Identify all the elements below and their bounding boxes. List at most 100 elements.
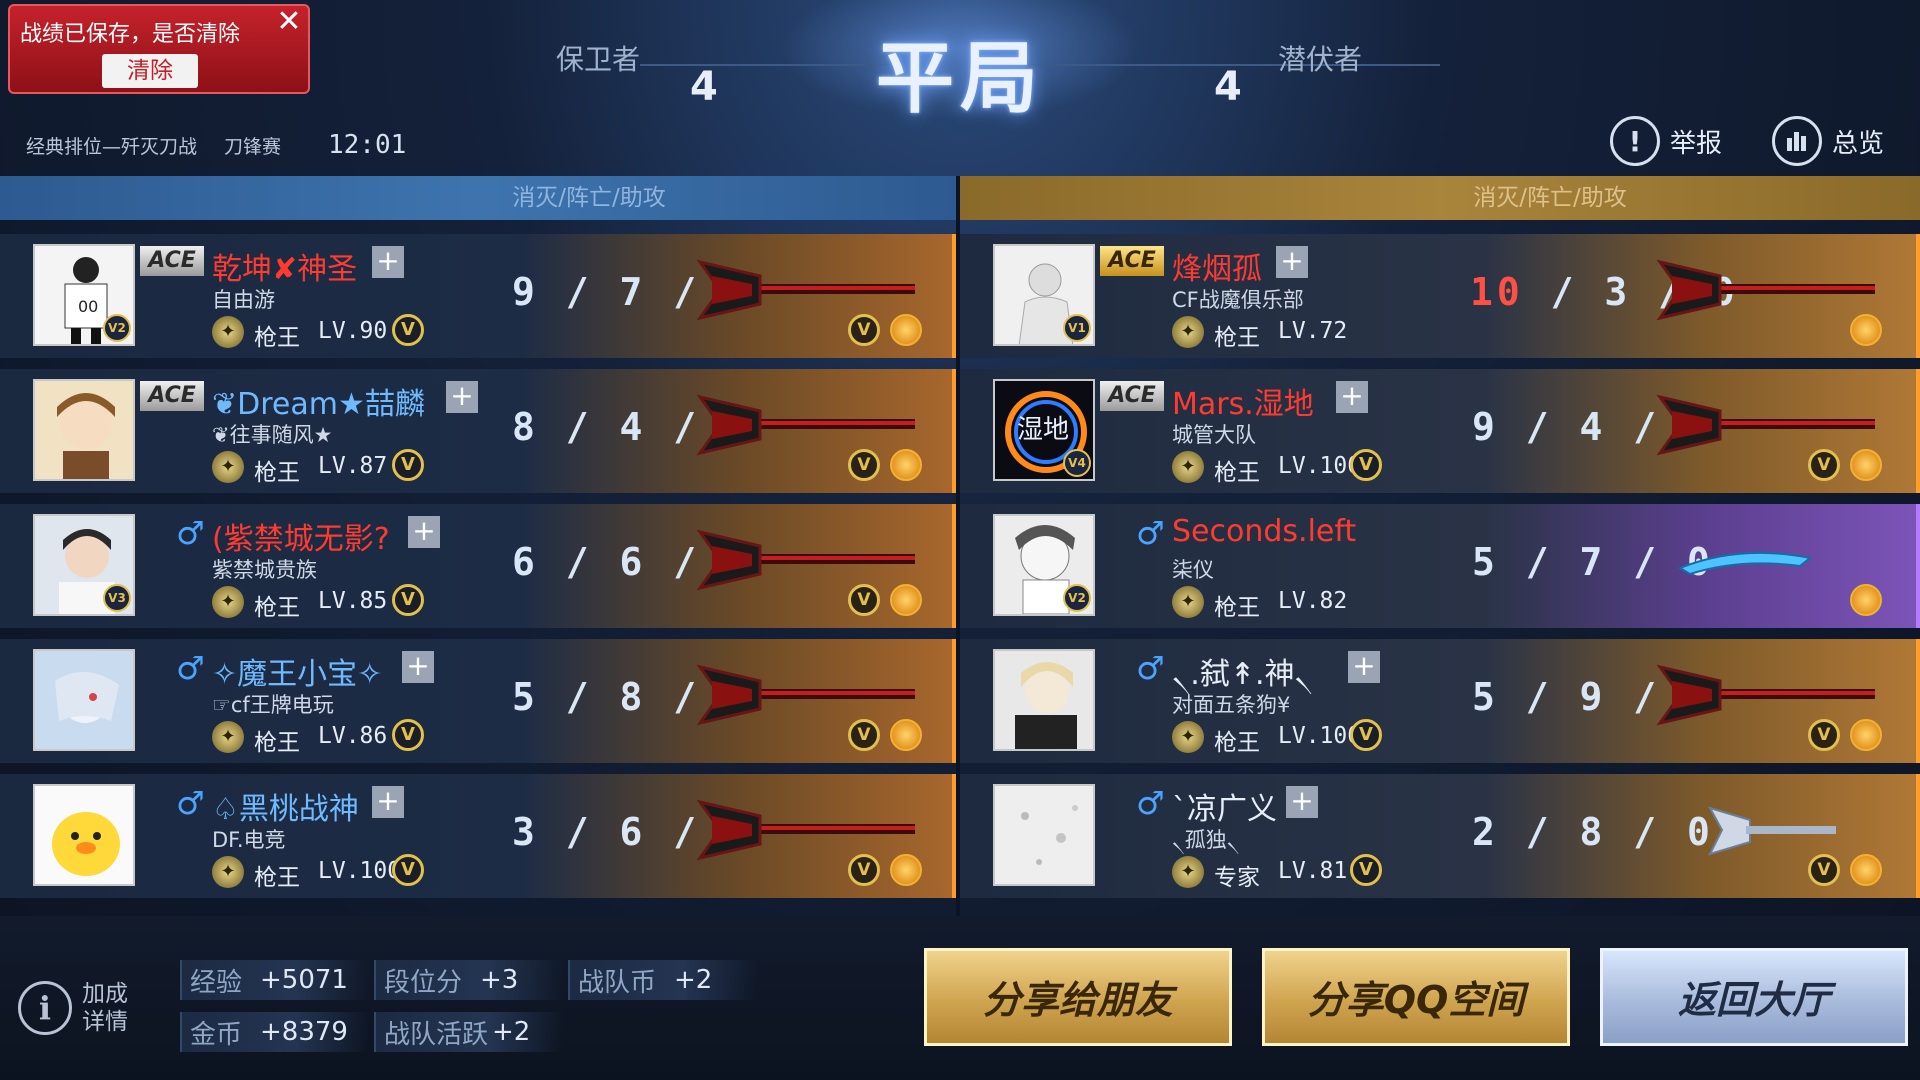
add-friend-button[interactable]: + [1286, 786, 1318, 818]
medal-icon [1850, 719, 1882, 751]
rank-name: 枪王 [254, 595, 300, 621]
rank-name: 专家 [1214, 865, 1260, 891]
left-player-row-5[interactable]: ♂ ♤黑桃战神 + DF.电竞 ✦ 枪王 LV.100 V 3 / 6 / 0 … [0, 774, 956, 898]
share-to-friends-button[interactable]: 分享给朋友 [924, 948, 1232, 1046]
add-friend-button[interactable]: + [372, 246, 404, 278]
add-friend-button[interactable]: + [1336, 381, 1368, 413]
team-coin-reward: 战队币 +2 [568, 960, 758, 1000]
player-name: ♤黑桃战神 [212, 792, 359, 827]
left-player-row-1[interactable]: 00 V2 ACE 乾坤✘神圣 + 自由游 ✦ 枪王 LV.90 V 9 / 7… [0, 234, 956, 358]
player-name: Mars.湿地 [1172, 387, 1314, 422]
avatar: 湿地 V4 [993, 379, 1095, 481]
left-player-row-4[interactable]: ♂ ✧魔王小宝✧ + ☞cf王牌电玩 ✦ 枪王 LV.86 V 5 / 8 / … [0, 639, 956, 763]
v-badge-icon: V [392, 854, 424, 886]
report-button[interactable]: ! 举报 [1610, 116, 1722, 166]
rank-name: 枪王 [1214, 325, 1260, 351]
left-player-row-2[interactable]: ACE ❦Dream★喆麟 + ❦往事随风★ ✦ 枪王 LV.87 V 8 / … [0, 369, 956, 493]
match-result-title: 平局 [875, 34, 1044, 124]
add-friend-button[interactable]: + [408, 516, 440, 548]
male-gender-icon: ♂ [176, 649, 205, 687]
bonus-details-button[interactable]: i 加成详情 [18, 980, 134, 1036]
rank-icon: ✦ [1172, 856, 1204, 888]
player-clan: ❦往事随风★ [212, 423, 333, 447]
male-gender-icon: ♂ [176, 784, 205, 822]
right-team-score: 4 [1214, 64, 1242, 110]
left-stats-header: 消灭/阵亡/助攻 [0, 176, 958, 220]
overview-button[interactable]: 总览 [1772, 116, 1884, 166]
avatar: 00 V2 [33, 244, 135, 346]
right-player-row-5[interactable]: ♂ `凉广义 + ৲孤独৲ ✦ 专家 LV.81 V 2 / 8 / 0 V [960, 774, 1920, 898]
team-activity-value: +2 [492, 1017, 531, 1047]
axe-weapon-icon [1656, 394, 1875, 456]
v-badge-icon: V [392, 449, 424, 481]
left-team-score: 4 [690, 64, 718, 110]
avatar: V1 [993, 244, 1095, 346]
player-clan: ৲孤独৲ [1172, 828, 1240, 852]
avatar [993, 649, 1095, 751]
right-stats-header: 消灭/阵亡/助攻 [960, 176, 1920, 220]
player-level: LV.82 [1278, 588, 1348, 614]
vip-badge: V1 [1063, 314, 1091, 342]
add-friend-button[interactable]: + [1276, 246, 1308, 278]
vip-badge: V2 [103, 314, 131, 342]
left-team-name: 保卫者 [556, 43, 641, 76]
medal-icon [1850, 314, 1882, 346]
left-player-row-3[interactable]: V3 ♂ (紫禁城无影? + 紫禁城贵族 ✦ 枪王 LV.85 V 6 / 6 … [0, 504, 956, 628]
axe-weapon-icon [696, 799, 915, 861]
rank-icon: ✦ [1172, 451, 1204, 483]
player-clan: DF.电竞 [212, 828, 286, 852]
player-level: LV.90 [318, 318, 388, 344]
male-gender-icon: ♂ [1136, 649, 1165, 687]
toast-message: 战绩已保存，是否清除 [20, 22, 241, 47]
rank-icon: ✦ [1172, 586, 1204, 618]
v-badge-icon: V [1350, 719, 1382, 751]
back-to-lobby-button[interactable]: 返回大厅 [1600, 948, 1908, 1046]
rank-score-reward: 段位分 +3 [374, 960, 564, 1000]
player-level: LV.86 [318, 723, 388, 749]
rank-icon: ✦ [212, 451, 244, 483]
gold-reward: 金币 +8379 [180, 1012, 370, 1052]
rank-icon: ✦ [212, 721, 244, 753]
close-icon[interactable]: ✕ [274, 7, 304, 38]
add-friend-button[interactable]: + [446, 381, 478, 413]
v-weapon-badge-icon: V [1808, 719, 1840, 751]
avatar: V3 [33, 514, 135, 616]
player-level: LV.72 [1278, 318, 1348, 344]
v-weapon-badge-icon: V [1808, 449, 1840, 481]
v-badge-icon: V [1350, 449, 1382, 481]
ace-badge: ACE [1100, 381, 1164, 411]
rank-score-value: +3 [480, 965, 519, 995]
player-clan: 紫禁城贵族 [212, 558, 317, 582]
rank-name: 枪王 [1214, 595, 1260, 621]
player-name: 乾坤✘神圣 [212, 252, 358, 287]
avatar: V2 [993, 514, 1095, 616]
right-player-row-4[interactable]: ♂ ৲.弑↟.神৲ + 对面五条狗¥ ✦ 枪王 LV.100 V 5 / 9 /… [960, 639, 1920, 763]
axe-weapon-icon [696, 394, 915, 456]
report-label: 举报 [1670, 128, 1723, 159]
axe-weapon-icon [696, 259, 915, 321]
avatar-text: 湿地 [1017, 415, 1070, 445]
exp-value: +5071 [260, 965, 348, 995]
axe-weapon-icon [1656, 664, 1875, 726]
medal-icon [890, 584, 922, 616]
share-to-qzone-button[interactable]: 分享QQ空间 [1262, 948, 1570, 1046]
right-team-name: 潜伏者 [1278, 43, 1363, 76]
right-player-row-1[interactable]: V1 ACE 烽烟孤 + CF战魔俱乐部 ✦ 枪王 LV.72 10 / 3 /… [960, 234, 1920, 358]
team-coin-value: +2 [674, 965, 713, 995]
right-player-row-3[interactable]: V2 ♂ Seconds.left 柒仪 ✦ 枪王 LV.82 5 / 7 / … [960, 504, 1920, 628]
rank-name: 枪王 [1214, 730, 1260, 756]
rank-name: 枪王 [1214, 460, 1260, 486]
v-badge-icon: V [392, 719, 424, 751]
right-player-row-2[interactable]: 湿地 V4 ACE Mars.湿地 + 城管大队 ✦ 枪王 LV.100 V 9… [960, 369, 1920, 493]
exp-label: 经验 [190, 967, 243, 998]
player-level: LV.87 [318, 453, 388, 479]
player-clan: CF战魔俱乐部 [1172, 288, 1304, 312]
rank-name: 枪王 [254, 460, 300, 486]
match-submode: 刀锋赛 [224, 136, 282, 158]
add-friend-button[interactable]: + [402, 651, 434, 683]
clear-record-button[interactable]: 清除 [102, 54, 198, 88]
gold-label: 金币 [190, 1019, 243, 1050]
medal-icon [1850, 854, 1882, 886]
add-friend-button[interactable]: + [1348, 651, 1380, 683]
add-friend-button[interactable]: + [372, 786, 404, 818]
